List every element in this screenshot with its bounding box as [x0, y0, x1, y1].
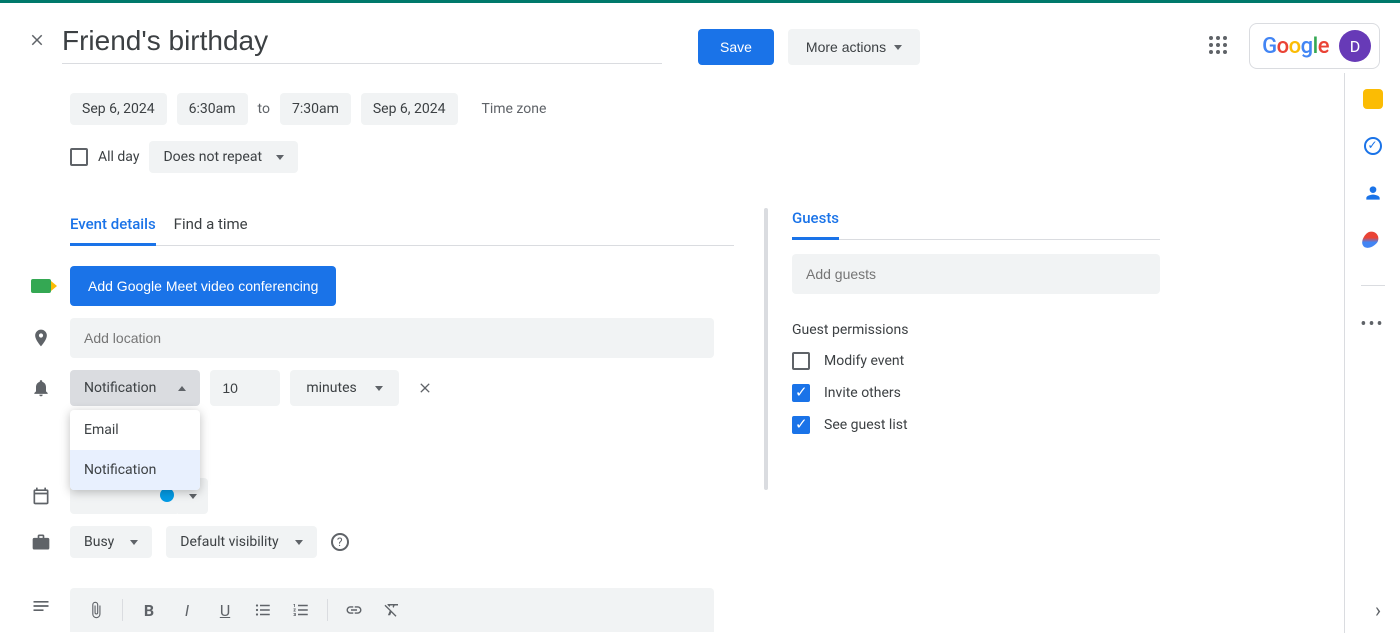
- tab-find-time[interactable]: Find a time: [174, 215, 248, 245]
- underline-button[interactable]: U: [207, 592, 243, 628]
- add-meet-button[interactable]: Add Google Meet video conferencing: [70, 266, 336, 306]
- clear-format-button[interactable]: [374, 592, 410, 628]
- add-guests-input[interactable]: [792, 254, 1160, 294]
- availability-label: Busy: [84, 534, 114, 550]
- see-guest-list-checkbox[interactable]: [792, 416, 810, 434]
- save-button[interactable]: Save: [698, 29, 774, 65]
- description-icon: [26, 596, 56, 616]
- start-time-chip[interactable]: 6:30am: [177, 93, 248, 125]
- guest-permissions-title: Guest permissions: [792, 322, 1164, 338]
- tab-guests[interactable]: Guests: [792, 209, 839, 240]
- google-logo: Google: [1262, 34, 1329, 59]
- chevron-down-icon: [130, 540, 138, 545]
- side-panel: •••: [1344, 73, 1400, 633]
- chevron-down-icon: [375, 386, 383, 391]
- menu-item-notification[interactable]: Notification: [70, 450, 200, 490]
- bullet-list-button[interactable]: [245, 592, 281, 628]
- meet-icon: [26, 279, 56, 293]
- chevron-down-icon: [276, 155, 284, 160]
- notification-type-label: Notification: [84, 380, 156, 396]
- link-button[interactable]: [336, 592, 372, 628]
- toolbar-divider: [327, 599, 328, 621]
- modify-event-checkbox[interactable]: [792, 352, 810, 370]
- see-guest-list-label: See guest list: [824, 417, 908, 433]
- notification-unit-label: minutes: [306, 380, 356, 396]
- remove-notification-button[interactable]: [417, 380, 433, 396]
- briefcase-icon: [26, 532, 56, 552]
- calendar-icon: [26, 486, 56, 506]
- more-actions-label: More actions: [806, 39, 886, 55]
- repeat-label: Does not repeat: [163, 149, 262, 165]
- italic-button[interactable]: I: [169, 592, 205, 628]
- more-addons-icon[interactable]: •••: [1360, 314, 1384, 335]
- availability-select[interactable]: Busy: [70, 526, 152, 558]
- location-icon: [26, 328, 56, 348]
- account-switcher[interactable]: Google D: [1249, 23, 1380, 69]
- keep-icon[interactable]: [1363, 89, 1383, 109]
- close-icon[interactable]: [28, 31, 46, 49]
- menu-item-email[interactable]: Email: [70, 410, 200, 450]
- description-toolbar: B I U: [70, 588, 714, 632]
- chevron-down-icon: [894, 45, 902, 50]
- chevron-down-icon: [189, 494, 197, 499]
- to-label: to: [258, 101, 270, 117]
- maps-icon[interactable]: [1363, 231, 1383, 251]
- end-time-chip[interactable]: 7:30am: [280, 93, 351, 125]
- modify-event-label: Modify event: [824, 353, 904, 369]
- notification-icon: [26, 378, 56, 398]
- help-icon[interactable]: ?: [331, 533, 349, 551]
- notification-unit-select[interactable]: minutes: [290, 370, 398, 406]
- timezone-button[interactable]: Time zone: [482, 101, 547, 117]
- visibility-select[interactable]: Default visibility: [166, 526, 316, 558]
- tasks-icon[interactable]: [1364, 137, 1382, 155]
- location-input[interactable]: [70, 318, 714, 358]
- notification-type-select[interactable]: Notification: [70, 370, 200, 406]
- event-title-input[interactable]: [62, 21, 662, 64]
- end-date-chip[interactable]: Sep 6, 2024: [361, 93, 458, 125]
- numbered-list-button[interactable]: [283, 592, 319, 628]
- allday-label: All day: [98, 149, 139, 165]
- allday-checkbox[interactable]: [70, 148, 88, 166]
- notification-value-input[interactable]: [210, 370, 280, 406]
- avatar[interactable]: D: [1339, 30, 1371, 62]
- more-actions-button[interactable]: More actions: [788, 29, 920, 65]
- repeat-select[interactable]: Does not repeat: [149, 141, 298, 173]
- tab-event-details[interactable]: Event details: [70, 215, 156, 246]
- chevron-down-icon: [295, 540, 303, 545]
- start-date-chip[interactable]: Sep 6, 2024: [70, 93, 167, 125]
- visibility-label: Default visibility: [180, 534, 278, 550]
- contacts-icon[interactable]: [1363, 183, 1383, 203]
- attach-button[interactable]: [78, 592, 114, 628]
- bold-button[interactable]: B: [131, 592, 167, 628]
- invite-others-checkbox[interactable]: [792, 384, 810, 402]
- google-apps-icon[interactable]: [1209, 36, 1229, 56]
- notification-type-dropdown: Email Notification: [70, 410, 200, 490]
- scrollbar[interactable]: [764, 208, 768, 490]
- chevron-up-icon: [178, 386, 186, 391]
- toolbar-divider: [122, 599, 123, 621]
- side-divider: [1361, 285, 1385, 286]
- invite-others-label: Invite others: [824, 385, 901, 401]
- show-side-panel-button[interactable]: ›: [1360, 592, 1396, 628]
